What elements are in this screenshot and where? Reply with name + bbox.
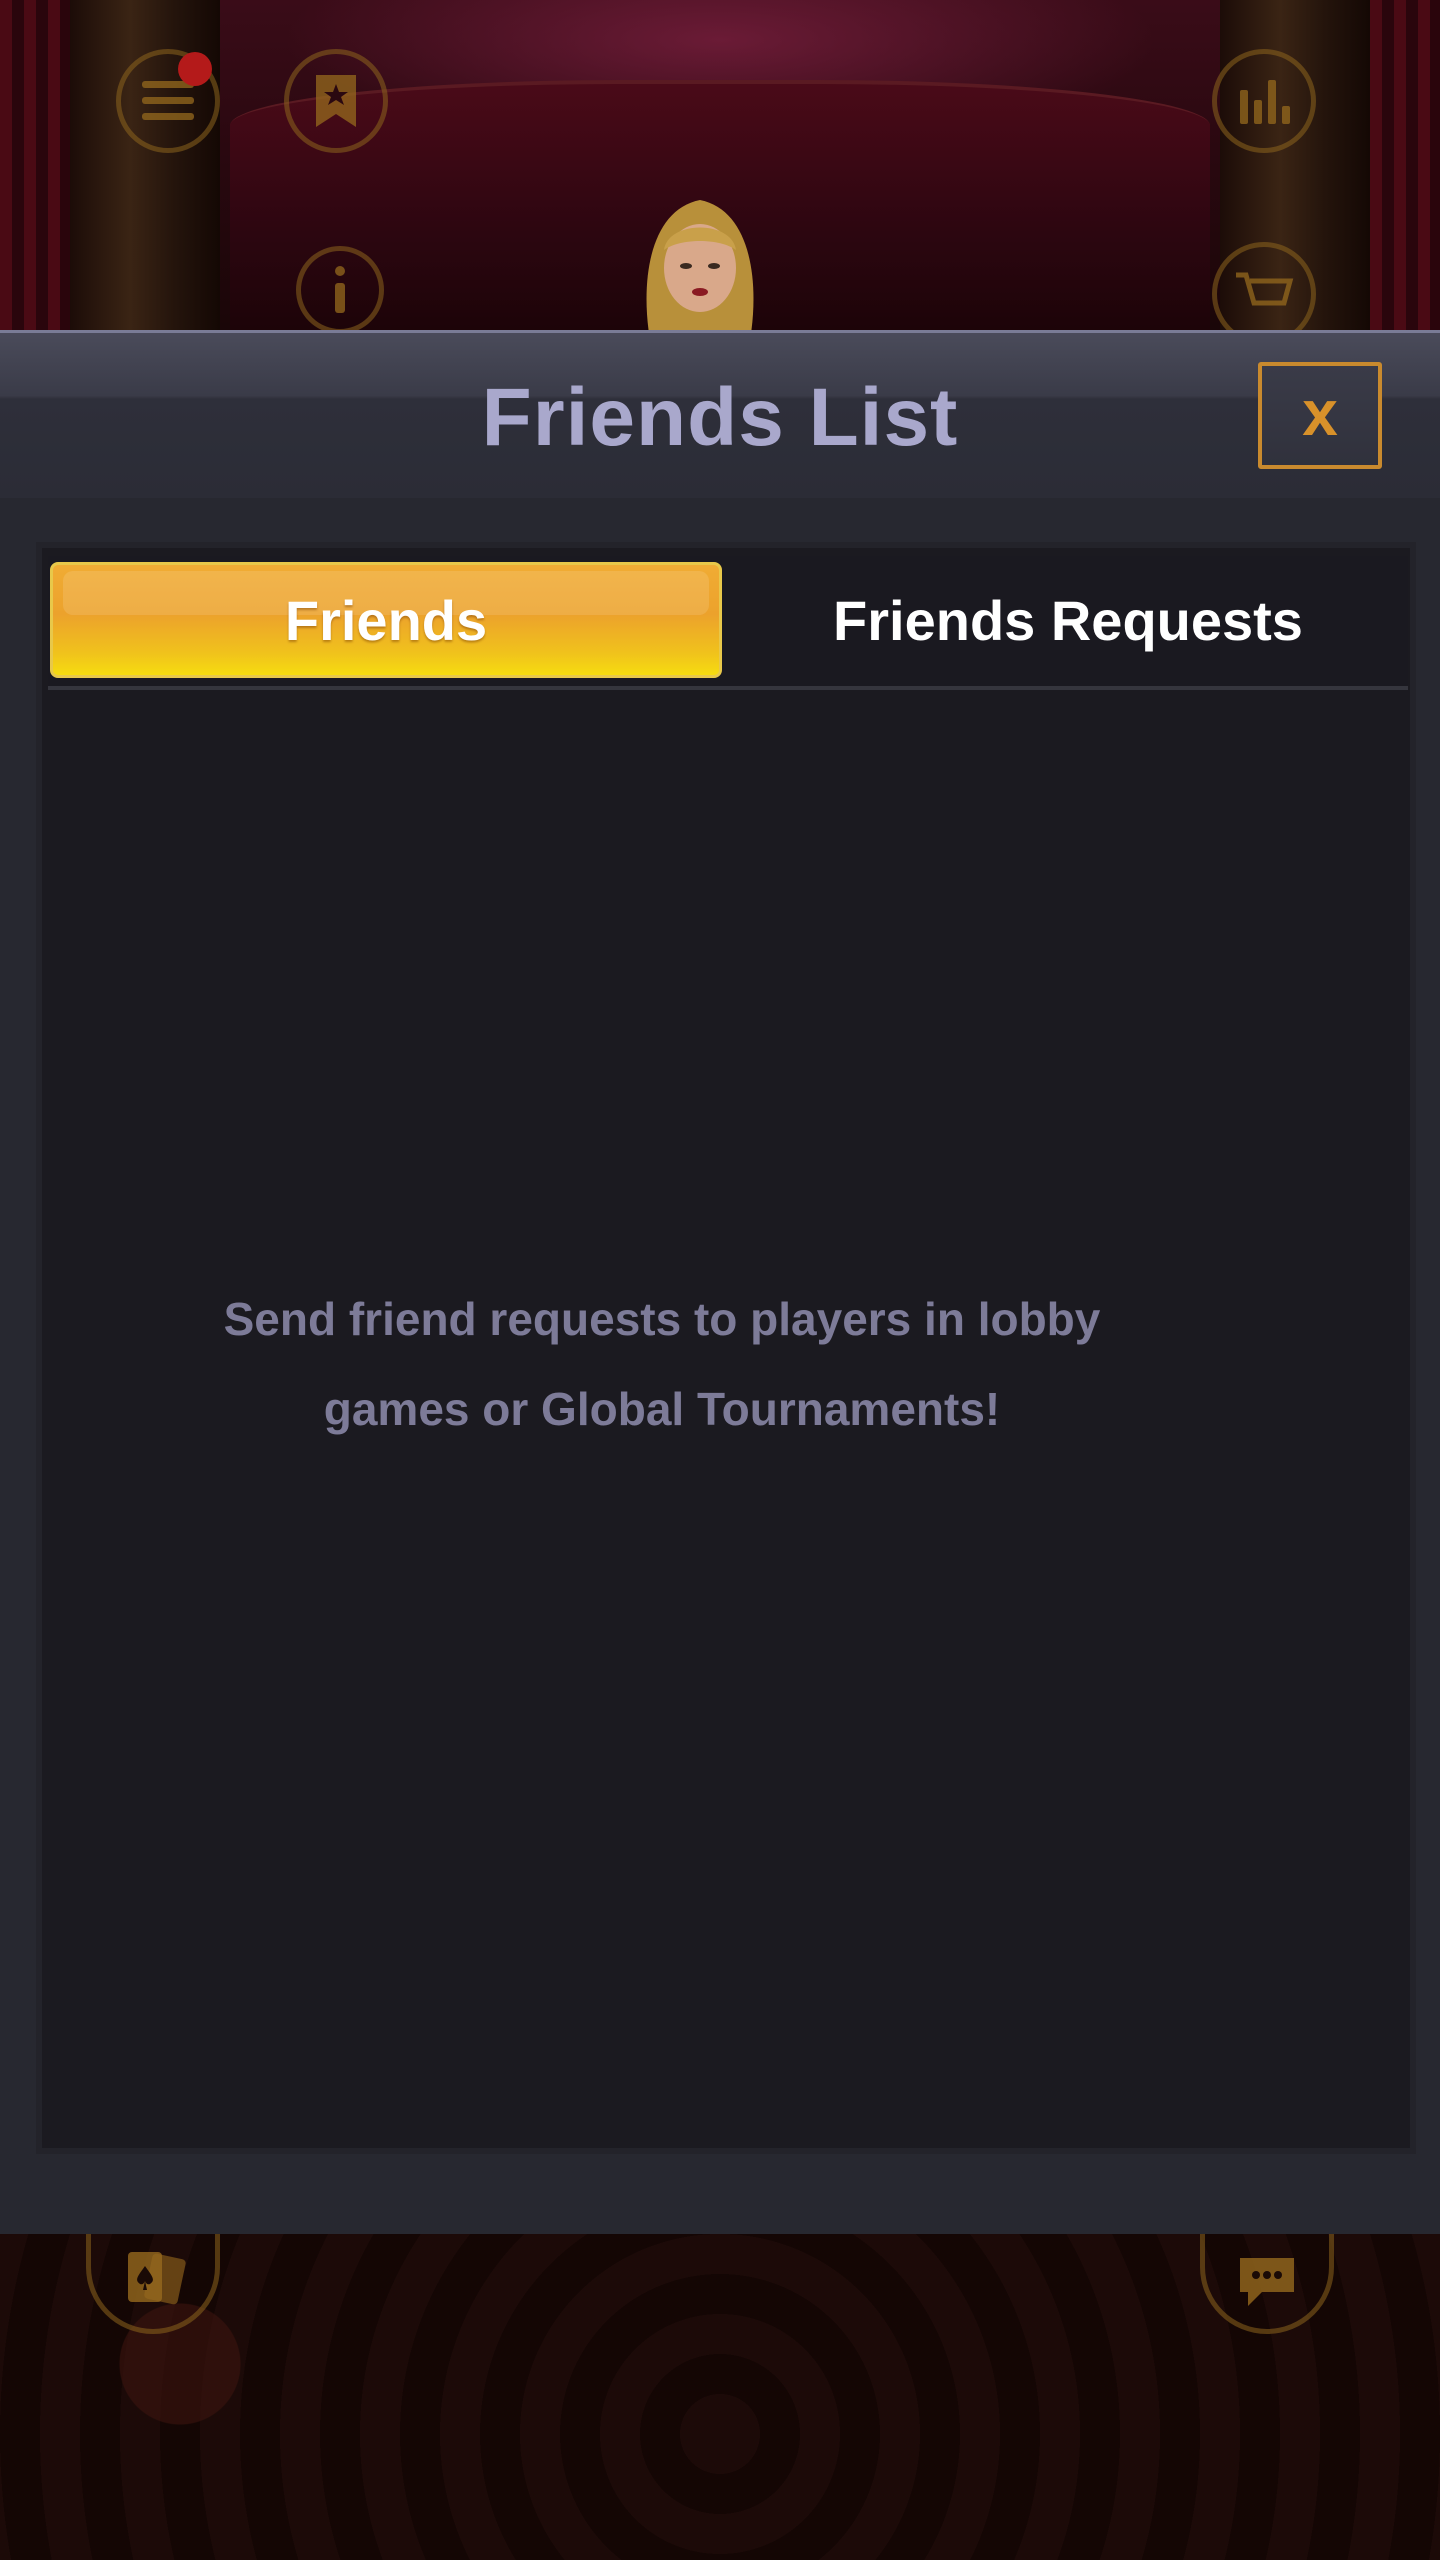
close-button[interactable]: x <box>1258 362 1382 469</box>
info-icon <box>335 266 345 313</box>
game-background-top <box>0 0 1440 330</box>
tab-bar: Friends Friends Requests <box>48 556 1408 690</box>
left-pillar <box>70 0 220 330</box>
chat-button[interactable] <box>1200 2234 1334 2334</box>
info-button[interactable] <box>296 246 384 330</box>
leaderboard-button[interactable] <box>1212 49 1316 153</box>
games-button[interactable] <box>86 2234 220 2334</box>
game-background-bottom <box>0 2234 1440 2560</box>
modal-header: Friends List x <box>0 330 1440 498</box>
chat-icon <box>1240 2257 1294 2306</box>
bookmark-star-icon <box>316 75 356 127</box>
cart-icon <box>1236 272 1294 306</box>
bookmark-button[interactable] <box>284 49 388 153</box>
empty-state-message: Send friend requests to players in lobby… <box>223 1293 1101 1435</box>
tab-friends-requests[interactable]: Friends Requests <box>748 562 1388 678</box>
dealer-avatar <box>646 200 754 330</box>
cards-icon <box>128 2251 186 2304</box>
tab-friends-requests-label: Friends Requests <box>833 588 1303 652</box>
tab-friends[interactable]: Friends <box>50 562 722 678</box>
notification-dot <box>178 52 212 86</box>
friends-content-panel: Friends Friends Requests Send friend req… <box>36 542 1416 2154</box>
tab-friends-label: Friends <box>284 588 488 652</box>
close-label: x <box>1302 376 1338 449</box>
friends-list-modal: Friends List x Friends Friends Requests … <box>0 330 1440 2234</box>
modal-title: Friends List <box>481 372 959 463</box>
left-curtain <box>0 0 70 330</box>
right-curtain <box>1370 0 1440 330</box>
stats-icon <box>1240 80 1290 124</box>
